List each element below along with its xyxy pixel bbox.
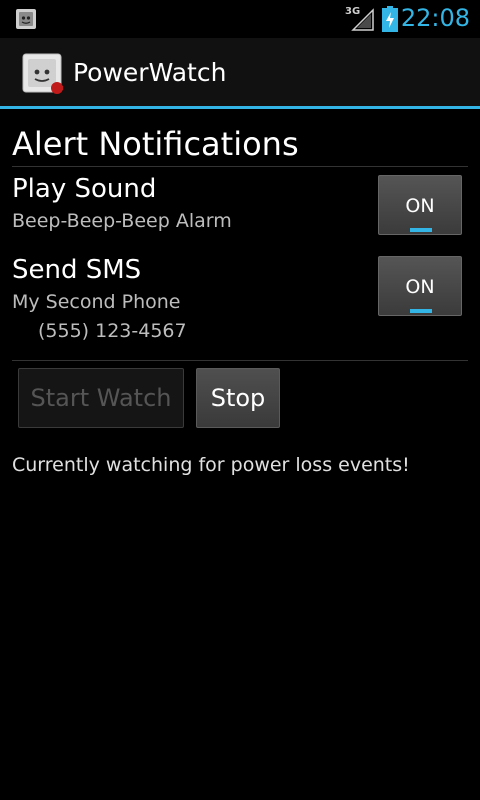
action-bar: PowerWatch xyxy=(0,38,480,109)
power-plug-app-icon[interactable] xyxy=(21,52,65,96)
send-sms-title: Send SMS xyxy=(12,255,142,285)
signal-icon: 3G xyxy=(345,6,375,32)
play-sound-title: Play Sound xyxy=(12,174,157,204)
send-sms-toggle-label: ON xyxy=(405,276,435,298)
send-sms-toggle[interactable]: ON xyxy=(378,256,462,316)
status-message: Currently watching for power loss events… xyxy=(12,454,410,476)
status-bar: 3G 22:08 xyxy=(0,0,480,38)
toggle-on-indicator xyxy=(410,228,432,232)
section-title: Alert Notifications xyxy=(12,125,299,163)
battery-charging-icon xyxy=(382,6,398,32)
play-sound-toggle[interactable]: ON xyxy=(378,175,462,235)
sms-phone-number: (555) 123-4567 xyxy=(38,320,187,342)
play-sound-toggle-label: ON xyxy=(405,195,435,217)
start-watch-button[interactable]: Start Watch xyxy=(18,368,184,428)
controls-divider xyxy=(12,360,468,361)
play-sound-subtitle: Beep-Beep-Beep Alarm xyxy=(12,210,232,232)
toggle-on-indicator xyxy=(410,309,432,313)
power-plug-icon xyxy=(16,9,36,29)
section-divider xyxy=(12,166,468,167)
stop-button[interactable]: Stop xyxy=(196,368,280,428)
app-title: PowerWatch xyxy=(73,58,227,87)
send-sms-subtitle: My Second Phone xyxy=(12,291,181,313)
status-clock: 22:08 xyxy=(400,4,470,32)
